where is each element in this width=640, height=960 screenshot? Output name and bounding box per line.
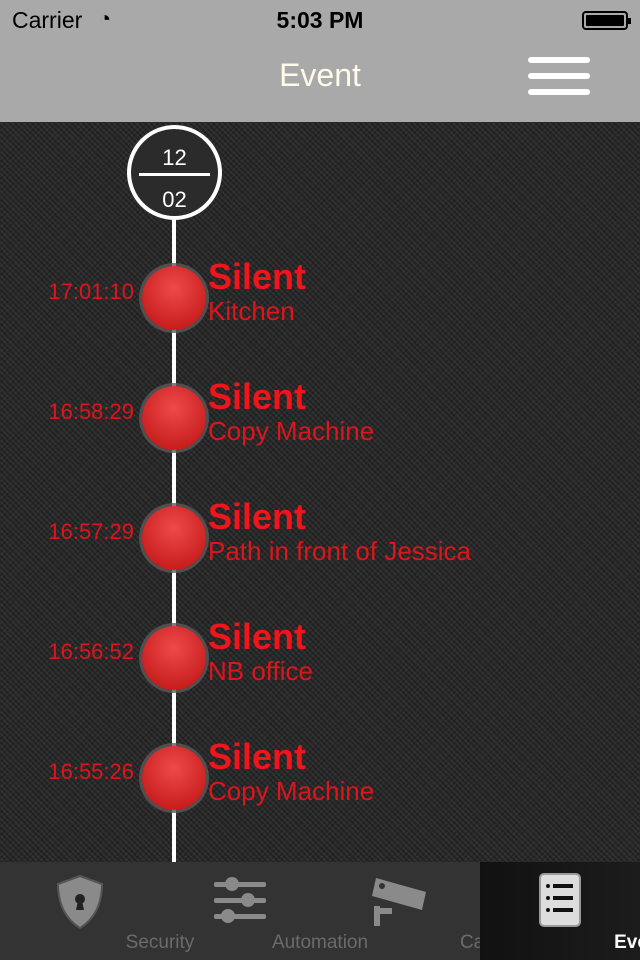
event-marker-icon — [142, 266, 206, 330]
event-time: 16:56:52 — [48, 639, 134, 664]
tab-event[interactable]: Event — [480, 862, 640, 960]
event-timeline[interactable]: 12 02 17:01:10 Silent Kitchen 16:58:29 Si… — [0, 122, 640, 862]
event-location: NB office — [208, 656, 314, 686]
tab-automation[interactable]: Automation — [160, 862, 368, 960]
event-time: 16:55:26 — [48, 759, 134, 784]
nav-bar: Event — [0, 40, 640, 122]
date-day: 02 — [162, 187, 187, 212]
event-type: Silent — [208, 256, 307, 297]
tab-cam[interactable]: Cam — [320, 862, 500, 960]
event-type: Silent — [208, 496, 307, 537]
event-type: Silent — [208, 376, 307, 417]
clock: 5:03 PM — [276, 7, 364, 33]
event-item[interactable]: 16:55:26 Silent Copy Machine — [0, 734, 640, 824]
event-marker-icon — [142, 626, 206, 690]
date-badge: 12 02 — [127, 125, 222, 220]
tab-security[interactable]: Security — [0, 862, 194, 960]
event-time: 17:01:10 — [48, 279, 134, 304]
event-location: Path in front of Jessica — [208, 536, 472, 566]
event-marker-icon — [142, 746, 206, 810]
security-camera-icon — [372, 878, 426, 926]
date-divider — [139, 173, 210, 176]
date-month: 12 — [162, 145, 187, 170]
list-icon — [539, 873, 581, 927]
shield-lock-icon — [56, 874, 104, 930]
tab-bar: Security Automation Cam Event — [0, 862, 640, 960]
event-location: Copy Machine — [208, 776, 375, 806]
event-location: Copy Machine — [208, 416, 375, 446]
event-item[interactable]: 17:01:10 Silent Kitchen — [0, 254, 640, 344]
event-time: 16:58:29 — [48, 399, 134, 424]
tab-label: Event — [614, 932, 640, 953]
status-bar: Carrier ◔ 5:03 PM — [0, 0, 640, 40]
sliders-icon — [214, 877, 266, 923]
event-location: Kitchen — [208, 296, 295, 326]
event-item[interactable]: 16:57:29 Silent Path in front of Jessica — [0, 494, 640, 584]
event-item[interactable]: 16:56:52 Silent NB office — [0, 614, 640, 704]
event-type: Silent — [208, 616, 307, 657]
event-item[interactable]: 16:58:29 Silent Copy Machine — [0, 374, 640, 464]
event-marker-icon — [142, 386, 206, 450]
event-marker-icon — [142, 506, 206, 570]
battery-icon — [582, 11, 631, 30]
hamburger-menu-icon[interactable] — [528, 57, 590, 99]
event-time: 16:57:29 — [48, 519, 134, 544]
event-type: Silent — [208, 736, 307, 777]
